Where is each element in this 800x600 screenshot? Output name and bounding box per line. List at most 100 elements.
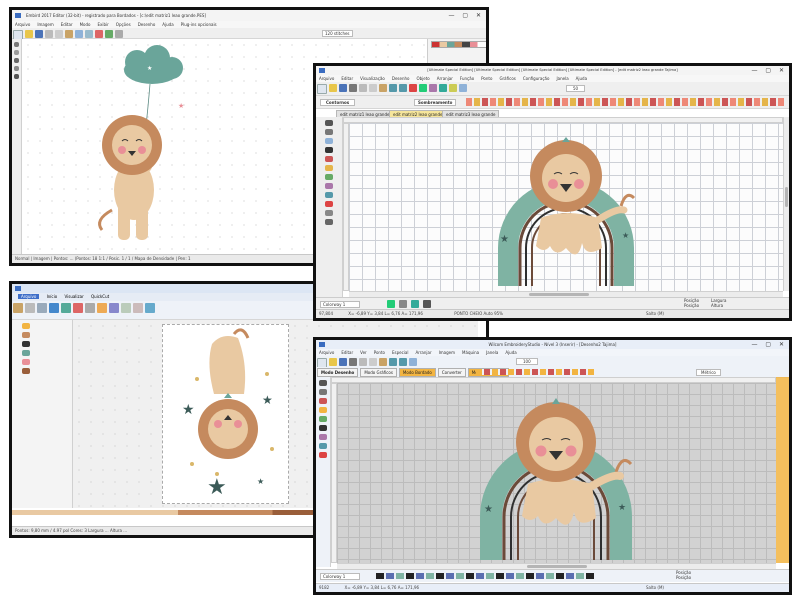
cut-icon[interactable]	[25, 303, 35, 313]
menu-funcao[interactable]: Função	[460, 76, 474, 81]
hoop-icon[interactable]	[115, 30, 123, 38]
shape-tool-icon[interactable]	[319, 443, 327, 449]
run-tool-icon[interactable]	[319, 416, 327, 422]
wizard-icon[interactable]	[97, 303, 107, 313]
text-tool-icon[interactable]	[325, 147, 333, 153]
menu-ponto[interactable]: Ponto	[374, 350, 385, 355]
copy-icon[interactable]	[369, 358, 377, 366]
stitch-icon[interactable]	[73, 303, 83, 313]
menu-desenho[interactable]: Desenho	[138, 22, 156, 27]
menu-editar[interactable]: Editar	[61, 22, 73, 27]
satin-tool-icon[interactable]	[319, 398, 327, 404]
menu-editar[interactable]: Editar	[341, 76, 353, 81]
metric-select[interactable]: Métrico	[696, 369, 721, 376]
copy-icon[interactable]	[369, 84, 377, 92]
zoom-icon[interactable]	[409, 358, 417, 366]
sewing-order-icon[interactable]	[22, 368, 30, 374]
sewing-order-icon[interactable]	[22, 350, 30, 356]
paste-icon[interactable]	[65, 30, 73, 38]
menu-configuracao[interactable]: Configuração	[523, 76, 550, 81]
sew-icon[interactable]	[109, 303, 119, 313]
text-icon[interactable]	[49, 303, 59, 313]
menu-ajuda[interactable]: Ajuda	[576, 76, 587, 81]
shirt-icon[interactable]	[439, 84, 447, 92]
menu-modo[interactable]: Modo	[80, 22, 91, 27]
sewing-order-icon[interactable]	[22, 323, 30, 329]
reshape-tool-icon[interactable]	[325, 129, 333, 135]
node-tool-icon[interactable]	[14, 66, 19, 71]
ribbon-tab-visualizar[interactable]: Visualizar	[64, 294, 83, 299]
fill-mode-field[interactable]: Sombreamento	[414, 99, 457, 106]
print-icon[interactable]	[349, 358, 357, 366]
hoop-icon[interactable]	[85, 303, 95, 313]
menu-objeto[interactable]: Objeto	[416, 76, 429, 81]
fill-tool-icon[interactable]	[319, 407, 327, 413]
menu-editar[interactable]: Editar	[341, 350, 353, 355]
window-controls-icon[interactable]: — ▢ ✕	[448, 10, 484, 21]
menu-imagem[interactable]: Imagem	[439, 350, 455, 355]
text-tool-icon[interactable]	[319, 425, 327, 431]
sewing-order-icon[interactable]	[22, 359, 30, 365]
ribbon-tab-quickcut[interactable]: QuickCut	[91, 294, 109, 299]
ribbon-tab-arquivo[interactable]: Arquivo	[18, 294, 40, 299]
redo-icon[interactable]	[399, 84, 407, 92]
menu-ver[interactable]: Ver	[360, 350, 367, 355]
menu-desenho[interactable]: Desenho	[392, 76, 410, 81]
sewing-order-icon[interactable]	[22, 332, 30, 338]
hoop-icon[interactable]	[429, 84, 437, 92]
mode-design-button[interactable]: Modo Desenho	[317, 368, 359, 377]
color-tool-icon[interactable]	[325, 201, 333, 207]
grid-icon[interactable]	[85, 30, 93, 38]
undo-icon[interactable]	[389, 84, 397, 92]
stitches-field[interactable]: 120 stitches	[322, 30, 353, 37]
paste-icon[interactable]	[13, 303, 23, 313]
fill-tool-icon[interactable]	[325, 165, 333, 171]
select-tool-icon[interactable]	[14, 42, 19, 47]
zoom-icon[interactable]	[75, 30, 83, 38]
stitch-icon[interactable]	[419, 84, 427, 92]
open-icon[interactable]	[329, 84, 337, 92]
satin-tool-icon[interactable]	[325, 156, 333, 162]
group-icon[interactable]	[121, 303, 131, 313]
transfer-icon[interactable]	[145, 303, 155, 313]
menu-arranjar[interactable]: Arranjar	[437, 76, 453, 81]
needle-icon[interactable]	[411, 300, 419, 308]
undo-icon[interactable]	[389, 358, 397, 366]
shape-tool-icon[interactable]	[325, 192, 333, 198]
ribbon-tab-inicio[interactable]: Início	[47, 294, 58, 299]
menu-arquivo[interactable]: Arquivo	[15, 22, 30, 27]
stitch-type-icons[interactable]	[476, 369, 596, 375]
paste-icon[interactable]	[379, 84, 387, 92]
menu-visualizacao[interactable]: Visualização	[360, 76, 385, 81]
cut-icon[interactable]	[359, 84, 367, 92]
mode-embroidery-button[interactable]: Modo Bordado	[398, 368, 436, 377]
new-icon[interactable]	[317, 84, 327, 94]
menu-especial[interactable]: Especial	[392, 350, 408, 355]
colorway-select[interactable]: Colorway 1	[320, 301, 361, 308]
window-controls-icon[interactable]: — ▢ ✕	[751, 66, 787, 75]
knife-tool-icon[interactable]	[325, 219, 333, 225]
copy-icon[interactable]	[55, 30, 63, 38]
zoom-tool-icon[interactable]	[325, 138, 333, 144]
outline-mode-field[interactable]: Contornos	[320, 99, 356, 106]
move-tool-icon[interactable]	[14, 50, 19, 55]
menu-arquivo[interactable]: Arquivo	[319, 350, 334, 355]
eyedropper-icon[interactable]	[423, 300, 431, 308]
color-film-icon[interactable]	[409, 84, 417, 92]
applique-tool-icon[interactable]	[319, 434, 327, 440]
menu-plugins[interactable]: Plug-ins opcionais	[181, 22, 217, 27]
save-icon[interactable]	[339, 84, 347, 92]
color-icon[interactable]	[105, 30, 113, 38]
select-tool-icon[interactable]	[325, 120, 333, 126]
menu-janela[interactable]: Janela	[486, 350, 498, 355]
zoom-field[interactable]: 100	[516, 358, 538, 365]
open-icon[interactable]	[25, 30, 33, 38]
menu-opcoes[interactable]: Opções	[116, 22, 131, 27]
shirt-icon[interactable]	[387, 300, 395, 308]
thread-palette[interactable]	[376, 573, 596, 579]
colorway-select[interactable]: Colorway 1	[320, 573, 361, 580]
zoom-tool-icon[interactable]	[14, 74, 19, 79]
measure-tool-icon[interactable]	[325, 210, 333, 216]
grid-icon[interactable]	[449, 84, 457, 92]
applique-tool-icon[interactable]	[325, 183, 333, 189]
